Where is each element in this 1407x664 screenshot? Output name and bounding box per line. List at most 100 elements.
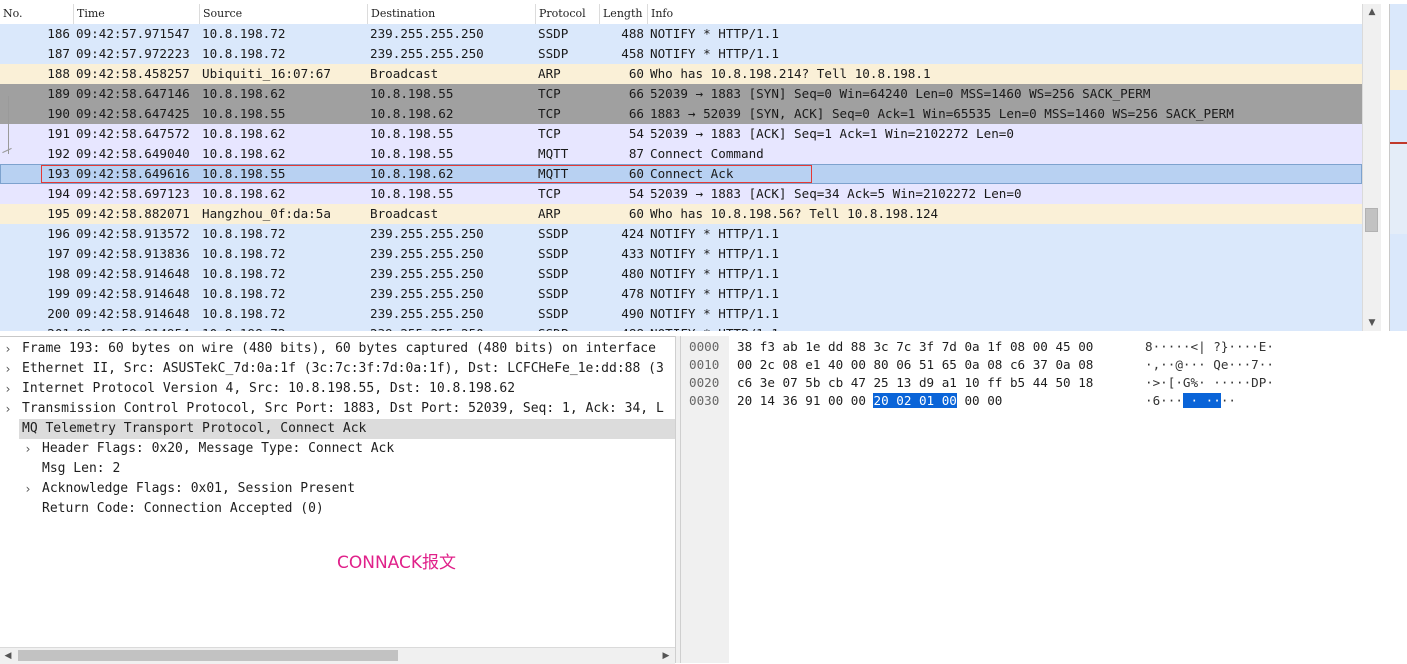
scroll-left-icon[interactable]: ◀ [0, 648, 16, 664]
scroll-thumb[interactable] [1365, 208, 1378, 232]
cell-source: 10.8.198.62 [202, 86, 286, 101]
cell-time: 09:42:58.647146 [76, 86, 190, 101]
column-header-destination[interactable]: Destination [367, 4, 535, 24]
hex-bytes[interactable]: 20 14 36 91 00 00 20 02 01 00 00 00 [737, 392, 1002, 410]
cell-time: 09:42:58.914954 [76, 324, 199, 331]
ascii-bytes[interactable]: ·6··· · ···· [1145, 392, 1236, 410]
hex-bytes[interactable]: 38 f3 ab 1e dd 88 3c 7c 3f 7d 0a 1f 08 0… [737, 338, 1093, 356]
packet-bytes-pane[interactable]: 0000 38 f3 ab 1e dd 88 3c 7c 3f 7d 0a 1f … [681, 336, 1407, 663]
hex-pre: 00 2c 08 e1 40 00 80 06 51 65 0a 08 c6 3… [737, 357, 1094, 372]
cell-info: NOTIFY * HTTP/1.1 [650, 324, 1362, 331]
detail-row-7[interactable]: › Acknowledge Flags: 0x01, Session Presen… [0, 479, 675, 499]
bytes-row-0030: 0030 20 14 36 91 00 00 20 02 01 00 00 00 … [681, 392, 1407, 410]
cell-time: 09:42:57.971547 [76, 26, 190, 41]
column-header-protocol[interactable]: Protocol [535, 4, 599, 24]
cell-info: NOTIFY * HTTP/1.1 [650, 266, 779, 281]
packet-list[interactable]: No. Time Source Destination Protocol Length In… [0, 0, 1407, 331]
column-header-time[interactable]: Time [73, 4, 199, 24]
packet-minimap[interactable] [1389, 4, 1407, 331]
detail-row-5[interactable]: › Header Flags: 0x20, Message Type: Conne… [0, 439, 675, 459]
packet-details-pane[interactable]: › Frame 193: 60 bytes on wire (480 bits),… [0, 336, 675, 649]
column-header-info[interactable]: Info [647, 4, 1362, 24]
packet-row-191[interactable]: 191 09:42:58.647572 10.8.198.62 10.8.198.55… [0, 124, 1362, 144]
cell-time: 09:42:58.914648 [76, 306, 190, 321]
packet-row-199[interactable]: 199 09:42:58.914648 10.8.198.72 239.255.255… [0, 284, 1362, 304]
cell-destination: 239.255.255.250 [370, 324, 535, 331]
ascii-bytes[interactable]: ·,··@··· Qe···7·· [1145, 356, 1274, 374]
packet-row-190[interactable]: 190 09:42:58.647425 10.8.198.55 10.8.198.62… [0, 104, 1362, 124]
packet-row-195[interactable]: 195 09:42:58.882071 Hangzhou_0f:da:5a Broad… [0, 204, 1362, 224]
packet-list-scrollbar[interactable]: ▲ ▼ [1362, 4, 1381, 331]
detail-row-8[interactable]: Return Code: Connection Accepted (0) [0, 499, 675, 519]
cell-source: 10.8.198.55 [202, 166, 286, 181]
cell-source: 10.8.198.72 [202, 286, 286, 301]
cell-info: Who has 10.8.198.56? Tell 10.8.198.124 [650, 206, 939, 221]
packet-row-197[interactable]: 197 09:42:58.913836 10.8.198.72 239.255.255… [0, 244, 1362, 264]
ascii-bytes[interactable]: 8·····<| ?}····E· [1145, 338, 1274, 356]
packet-row-189[interactable]: 189 09:42:58.647146 10.8.198.62 10.8.198.55… [0, 84, 1362, 104]
ascii-bytes[interactable]: ·>·[·G%· ·····DP· [1145, 374, 1274, 392]
cell-time: 09:42:58.914648 [76, 286, 190, 301]
packet-row-196[interactable]: 196 09:42:58.913572 10.8.198.72 239.255.255… [0, 224, 1362, 244]
cell-source: 10.8.198.55 [202, 106, 286, 121]
packet-row-200[interactable]: 200 09:42:58.914648 10.8.198.72 239.255.255… [0, 304, 1362, 324]
cell-info: Who has 10.8.198.214? Tell 10.8.198.1 [650, 66, 931, 81]
hex-highlight: 20 02 01 00 [873, 393, 957, 408]
packet-row-194[interactable]: 194 09:42:58.697123 10.8.198.62 10.8.198.55… [0, 184, 1362, 204]
cell-length: 54 [628, 126, 644, 141]
cell-protocol: SSDP [538, 266, 569, 281]
expand-arrow-icon[interactable]: › [2, 339, 14, 359]
cell-length: 480 [621, 266, 644, 281]
detail-row-0[interactable]: › Frame 193: 60 bytes on wire (480 bits),… [0, 339, 675, 359]
expand-arrow-icon[interactable]: › [22, 479, 34, 499]
packet-row-193[interactable]: 193 09:42:58.649616 10.8.198.55 10.8.198.62… [0, 164, 1362, 184]
detail-row-4[interactable]: ⌄MQ Telemetry Transport Protocol, Connec… [19, 419, 675, 439]
hscroll-thumb[interactable] [18, 650, 398, 661]
detail-row-3[interactable]: › Transmission Control Protocol, Src Port… [0, 399, 675, 419]
scroll-down-icon[interactable]: ▼ [1363, 315, 1381, 331]
cell-no: 201 [0, 324, 70, 331]
cell-info: NOTIFY * HTTP/1.1 [650, 286, 779, 301]
cell-time: 09:42:58.697123 [76, 186, 190, 201]
expand-arrow-icon[interactable]: › [2, 379, 14, 399]
cell-destination: 239.255.255.250 [370, 226, 484, 241]
hex-bytes[interactable]: c6 3e 07 5b cb 47 25 13 d9 a1 10 ff b5 4… [737, 374, 1093, 392]
scroll-right-icon[interactable]: ▶ [658, 648, 674, 664]
packet-row-187[interactable]: 187 09:42:57.972223 10.8.198.72 239.255.255… [0, 44, 1362, 64]
byte-offset: 0000 [689, 339, 720, 354]
cell-no: 189 [47, 86, 70, 101]
ascii-pre: ·>·[·G%· ·····DP· [1145, 375, 1274, 390]
cell-length: 60 [628, 166, 644, 181]
cell-time: 09:42:58.913836 [76, 246, 190, 261]
cell-protocol: SSDP [538, 306, 569, 321]
cell-destination: Broadcast [370, 66, 439, 81]
packet-row-186[interactable]: 186 09:42:57.971547 10.8.198.72 239.255.255… [0, 24, 1362, 44]
column-header-no[interactable]: No. [0, 4, 73, 24]
cell-protocol: SSDP [538, 226, 569, 241]
cell-time: 09:42:58.647572 [76, 126, 190, 141]
packet-row-192[interactable]: 192 09:42:58.649040 10.8.198.62 10.8.198.55… [0, 144, 1362, 164]
cell-length: 66 [628, 106, 644, 121]
column-header-length[interactable]: Length [599, 4, 647, 24]
bytes-row-0010: 0010 00 2c 08 e1 40 00 80 06 51 65 0a 08 … [681, 356, 1407, 374]
cell-length: 490 [621, 306, 644, 321]
packet-row-201[interactable]: 201 09:42:58.91495410.8.198.72239.255.255… [0, 324, 1362, 331]
expand-arrow-icon[interactable]: › [22, 439, 34, 459]
packet-row-188[interactable]: 188 09:42:58.458257 Ubiquiti_16:07:67 Broad… [0, 64, 1362, 84]
cell-time: 09:42:58.649616 [76, 166, 190, 181]
column-header-source[interactable]: Source [199, 4, 367, 24]
expand-arrow-icon[interactable]: › [2, 399, 14, 419]
detail-row-1[interactable]: › Ethernet II, Src: ASUSTekC_7d:0a:1f (3c… [0, 359, 675, 379]
cell-no: 195 [47, 206, 70, 221]
byte-offset: 0020 [689, 375, 720, 390]
detail-row-2[interactable]: › Internet Protocol Version 4, Src: 10.8.… [0, 379, 675, 399]
packet-row-198[interactable]: 198 09:42:58.914648 10.8.198.72 239.255.255… [0, 264, 1362, 284]
details-horizontal-scrollbar[interactable]: ◀ ▶ [0, 647, 675, 664]
cell-protocol: SSDP [538, 246, 569, 261]
detail-row-6[interactable]: Msg Len: 2 [0, 459, 675, 479]
expand-arrow-icon[interactable]: › [2, 359, 14, 379]
bytes-row-0020: 0020 c6 3e 07 5b cb 47 25 13 d9 a1 10 ff … [681, 374, 1407, 392]
hex-bytes[interactable]: 00 2c 08 e1 40 00 80 06 51 65 0a 08 c6 3… [737, 356, 1093, 374]
cell-time: 09:42:57.972223 [76, 46, 190, 61]
scroll-up-icon[interactable]: ▲ [1363, 4, 1381, 20]
